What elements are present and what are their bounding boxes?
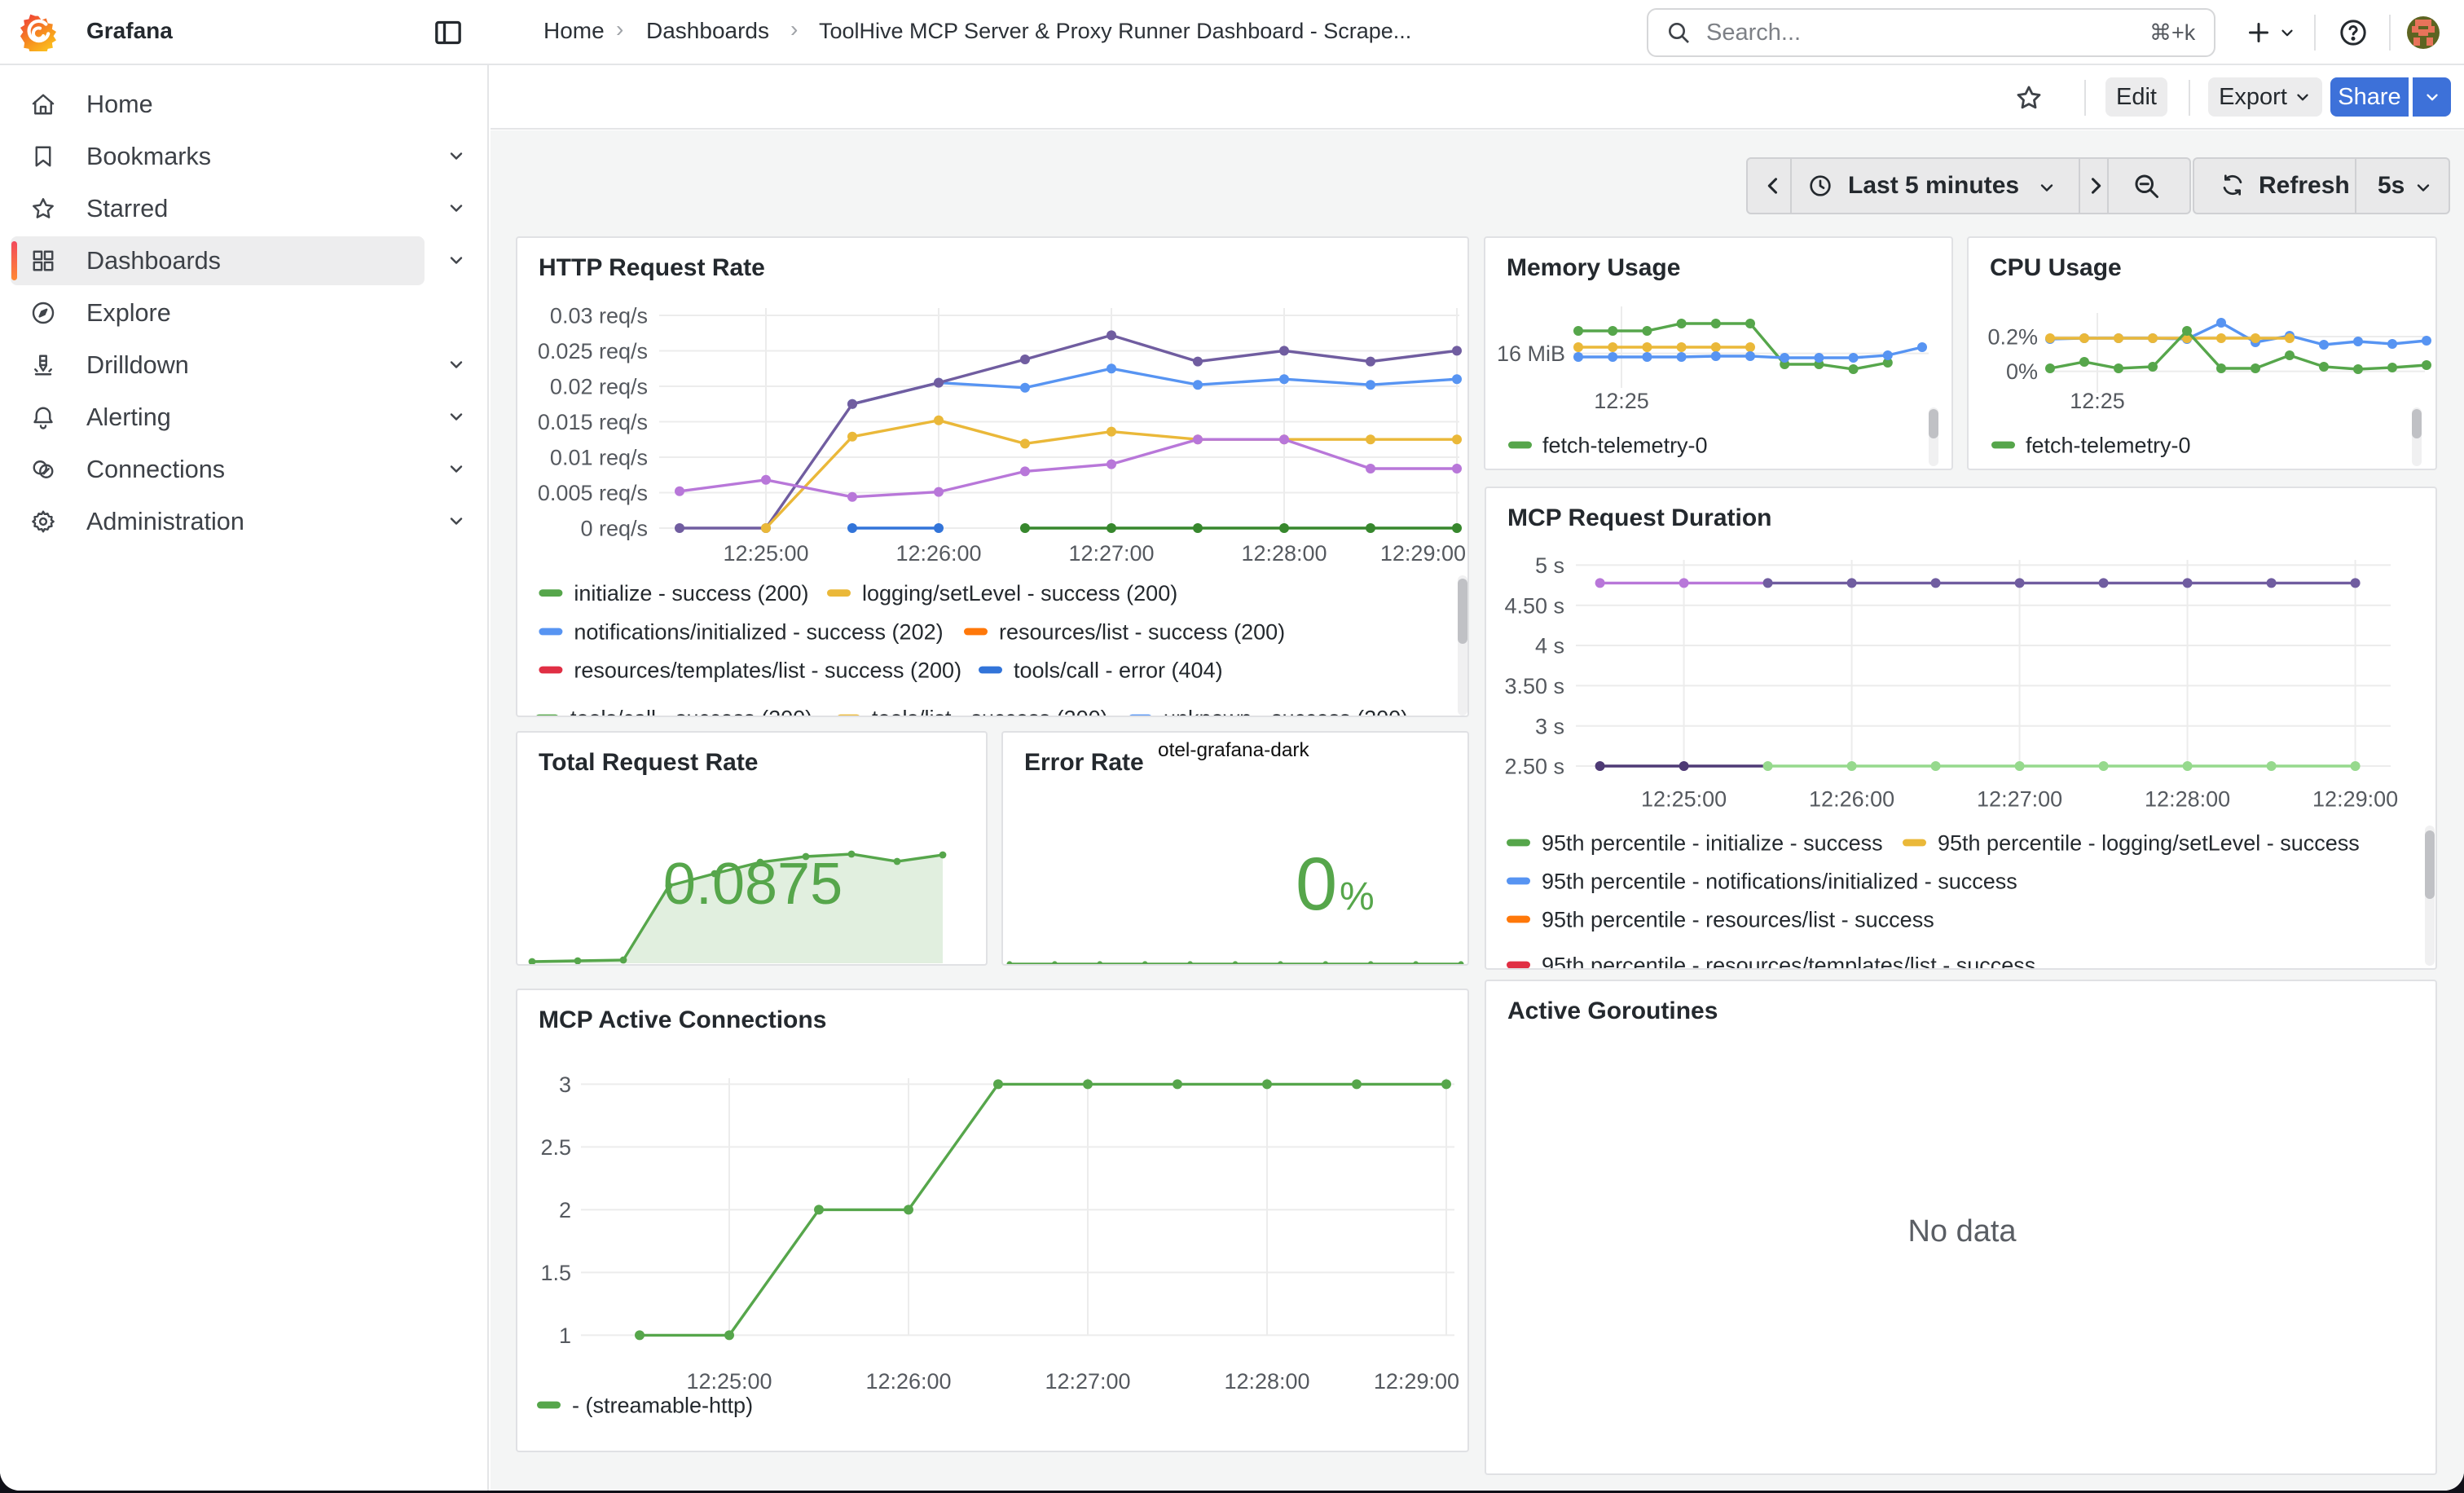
svg-text:12:25:00: 12:25:00 [686, 1369, 772, 1394]
svg-text:4.50 s: 4.50 s [1504, 593, 1564, 618]
svg-text:notifications/initialized - su: notifications/initialized - success (202… [574, 620, 943, 645]
svg-text:tools/list - success (200): tools/list - success (200) [872, 707, 1108, 717]
svg-text:%: % [1340, 875, 1375, 918]
svg-text:1: 1 [559, 1323, 571, 1348]
svg-text:12:26:00: 12:26:00 [865, 1369, 951, 1394]
svg-text:logging/setLevel - success (20: logging/setLevel - success (200) [862, 581, 1177, 606]
svg-text:95th percentile - initialize -: 95th percentile - initialize - success [1542, 831, 1883, 856]
svg-text:12:26:00: 12:26:00 [1809, 787, 1894, 812]
svg-text:12:27:00: 12:27:00 [1977, 787, 2062, 812]
svg-text:5 s: 5 s [1535, 553, 1564, 578]
svg-text:4 s: 4 s [1535, 634, 1564, 658]
svg-text:0.01 req/s: 0.01 req/s [550, 446, 648, 470]
svg-text:95th percentile - notification: 95th percentile - notifications/initiali… [1542, 870, 2017, 894]
svg-text:12:28:00: 12:28:00 [1241, 541, 1327, 566]
svg-text:16 MiB: 16 MiB [1497, 341, 1565, 366]
svg-text:unknown - success (200): unknown - success (200) [1164, 707, 1408, 717]
svg-text:tools/call - error (404): tools/call - error (404) [1014, 658, 1223, 683]
svg-text:2.50 s: 2.50 s [1504, 755, 1564, 779]
svg-text:1.5: 1.5 [540, 1261, 571, 1285]
svg-text:0.03 req/s: 0.03 req/s [550, 304, 648, 328]
svg-text:12:27:00: 12:27:00 [1045, 1369, 1130, 1394]
svg-text:0 req/s: 0 req/s [580, 517, 648, 541]
svg-text:resources/templates/list - suc: resources/templates/list - success (200) [574, 658, 961, 683]
svg-text:0.025 req/s: 0.025 req/s [538, 339, 648, 363]
svg-text:12:29:00: 12:29:00 [1374, 1369, 1459, 1394]
svg-text:resources/list - success (200): resources/list - success (200) [999, 620, 1285, 645]
svg-text:0.005 req/s: 0.005 req/s [538, 481, 648, 505]
svg-text:95th percentile - resources/li: 95th percentile - resources/list - succe… [1542, 908, 1934, 932]
svg-text:3.50 s: 3.50 s [1504, 674, 1564, 698]
svg-text:12:27:00: 12:27:00 [1068, 541, 1154, 566]
svg-text:2: 2 [559, 1198, 571, 1222]
svg-text:3 s: 3 s [1535, 714, 1564, 738]
svg-text:0.2%: 0.2% [1987, 325, 2038, 350]
svg-text:12:25: 12:25 [2070, 389, 2125, 413]
svg-text:0.0875: 0.0875 [663, 852, 843, 917]
svg-text:12:28:00: 12:28:00 [2145, 787, 2230, 812]
svg-text:2.5: 2.5 [540, 1135, 571, 1160]
svg-text:tools/call - success (200): tools/call - success (200) [570, 707, 812, 717]
svg-text:0: 0 [1296, 843, 1337, 926]
svg-text:- (streamable-http): - (streamable-http) [572, 1393, 753, 1417]
svg-text:95th percentile - resources/te: 95th percentile - resources/templates/li… [1542, 953, 2035, 969]
svg-text:12:25:00: 12:25:00 [723, 541, 808, 566]
svg-text:95th percentile - logging/setL: 95th percentile - logging/setLevel - suc… [1938, 831, 2360, 856]
svg-text:12:29:00: 12:29:00 [1380, 541, 1466, 566]
svg-text:fetch-telemetry-0: fetch-telemetry-0 [2026, 434, 2191, 458]
svg-text:initialize - success (200): initialize - success (200) [574, 581, 808, 606]
svg-text:12:29:00: 12:29:00 [2312, 787, 2398, 812]
svg-text:fetch-telemetry-0: fetch-telemetry-0 [1542, 434, 1708, 458]
svg-text:3: 3 [559, 1072, 571, 1097]
svg-text:12:25: 12:25 [1594, 389, 1649, 413]
svg-text:0.02 req/s: 0.02 req/s [550, 375, 648, 399]
svg-text:12:28:00: 12:28:00 [1224, 1369, 1309, 1394]
svg-text:12:26:00: 12:26:00 [895, 541, 981, 566]
svg-text:0.015 req/s: 0.015 req/s [538, 410, 648, 434]
svg-text:12:25:00: 12:25:00 [1641, 787, 1727, 812]
svg-text:0%: 0% [2006, 359, 2038, 384]
